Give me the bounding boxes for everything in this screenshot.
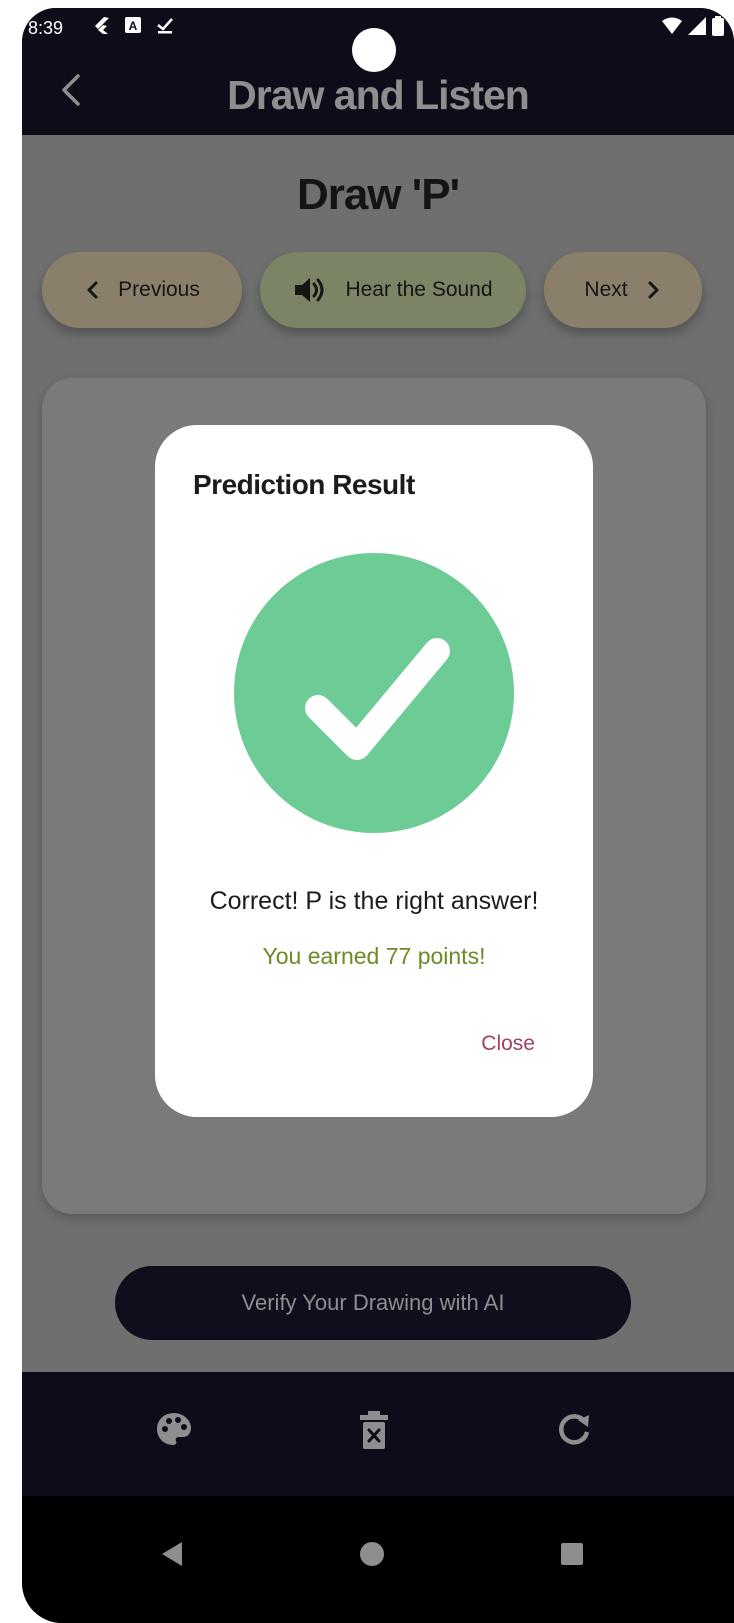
refresh-icon (559, 1414, 590, 1445)
verify-drawing-button[interactable]: Verify Your Drawing with AI (115, 1266, 631, 1340)
hear-sound-button[interactable]: Hear the Sound (260, 252, 526, 328)
status-icons-right (662, 16, 724, 36)
status-time: 8:39 (28, 18, 64, 38)
battery-icon (712, 16, 724, 36)
status-icons-left: A (92, 16, 174, 34)
page-title: Draw and Listen (227, 72, 530, 118)
nav-home-icon (360, 1542, 384, 1566)
color-picker-button[interactable] (152, 1408, 196, 1452)
nav-home-button[interactable] (352, 1534, 392, 1574)
close-button[interactable]: Close (481, 1032, 535, 1056)
nav-back-button[interactable] (152, 1534, 192, 1574)
chevron-left-icon (87, 281, 98, 299)
phone-screen: 8:39 A Draw and Listen Draw 'P' Previous… (22, 8, 734, 1623)
dialog-title: Prediction Result (193, 469, 415, 500)
result-message: Correct! P is the right answer! (209, 887, 539, 915)
draw-letter-heading: Draw 'P' (296, 170, 460, 219)
wifi-icon (662, 17, 682, 34)
notification-a-icon: A (125, 17, 141, 33)
delete-icon (360, 1411, 388, 1449)
system-nav-bar (22, 1496, 734, 1623)
drawing-toolbar (22, 1372, 734, 1496)
prediction-result-dialog: Prediction Result Correct! P is the righ… (155, 425, 593, 1117)
verify-drawing-label: Verify Your Drawing with AI (241, 1290, 505, 1315)
chevron-right-icon (648, 281, 659, 299)
clear-canvas-button[interactable] (352, 1408, 396, 1452)
nav-recents-icon (561, 1543, 583, 1565)
points-message: You earned 77 points! (262, 943, 486, 969)
hear-sound-label: Hear the Sound (345, 278, 493, 301)
next-button[interactable]: Next (544, 252, 702, 328)
signal-icon (688, 17, 706, 35)
nav-recents-button[interactable] (552, 1534, 592, 1574)
refresh-button[interactable] (552, 1408, 596, 1452)
app-header: 8:39 A Draw and Listen (22, 8, 734, 135)
download-done-icon (157, 18, 173, 34)
previous-button-label: Previous (118, 278, 200, 301)
next-button-label: Next (584, 278, 628, 301)
svg-text:A: A (129, 19, 138, 33)
success-check-icon (234, 553, 514, 833)
palette-icon (157, 1413, 191, 1445)
previous-button[interactable]: Previous (42, 252, 242, 328)
camera-cutout (352, 28, 396, 72)
nav-back-icon (162, 1542, 182, 1566)
volume-icon (295, 278, 324, 302)
flutter-icon (95, 17, 109, 34)
